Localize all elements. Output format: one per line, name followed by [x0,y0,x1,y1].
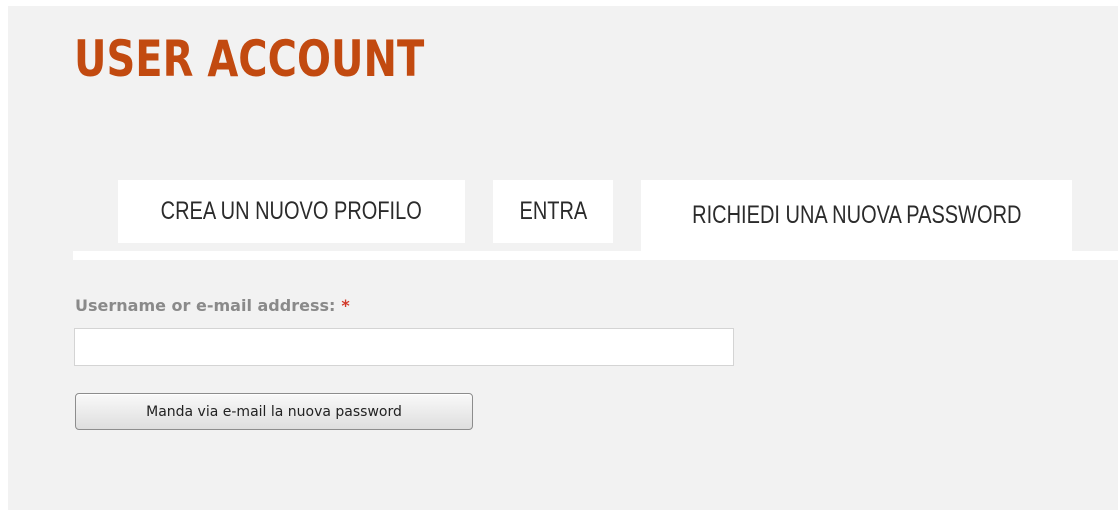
tab-request-password[interactable]: RICHIEDI UNA NUOVA PASSWORD [641,180,1072,251]
send-new-password-button[interactable]: Manda via e-mail la nuova password [75,393,473,430]
username-email-label: Username or e-mail address: * [75,296,350,315]
required-marker: * [341,296,350,315]
tab-create-account-label: CREA UN NUOVO PROFILO [160,197,423,225]
username-email-label-text: Username or e-mail address: [75,296,336,315]
tab-request-password-label: RICHIEDI UNA NUOVA PASSWORD [691,201,1022,229]
tab-login-label: ENTRA [519,197,587,225]
tab-create-account[interactable]: CREA UN NUOVO PROFILO [118,180,465,243]
page-title: USER ACCOUNT [74,30,425,88]
tab-login[interactable]: ENTRA [493,180,613,243]
tab-underline-bar [73,251,1118,260]
username-email-input[interactable] [74,328,734,366]
